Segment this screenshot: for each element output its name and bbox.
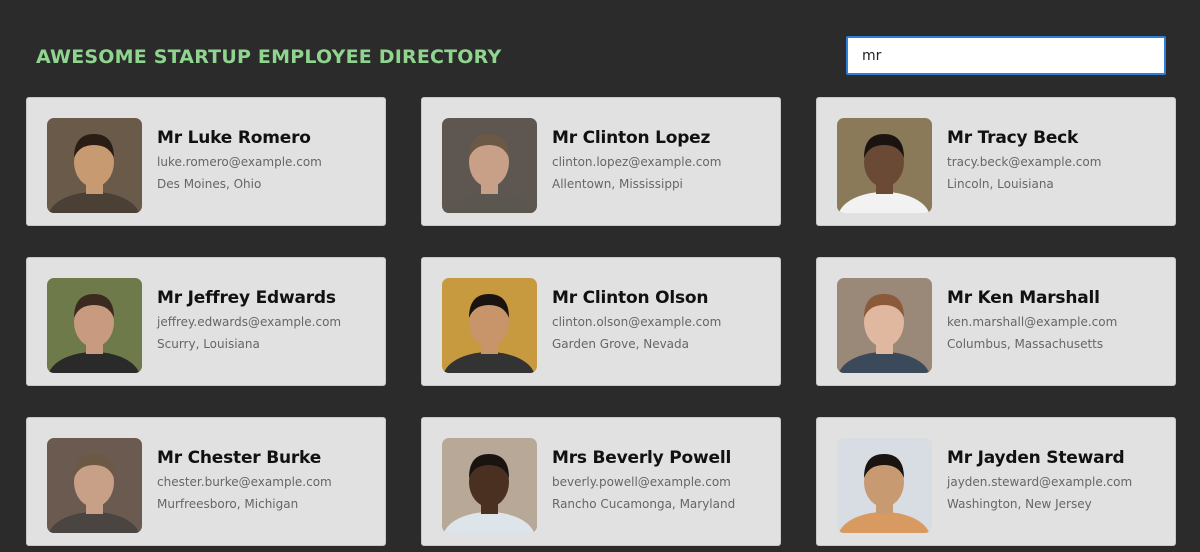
employee-card[interactable]: Mr Chester Burke chester.burke@example.co… — [26, 417, 386, 546]
search-input[interactable] — [846, 36, 1166, 75]
employee-name: Mr Clinton Olson — [552, 288, 709, 308]
employee-location: Columbus, Massachusetts — [947, 337, 1104, 351]
employee-location: Garden Grove, Nevada — [552, 337, 690, 351]
employee-info: Mr Tracy Beck tracy.beck@example.com Linco… — [947, 128, 1167, 191]
employee-location: Rancho Cucamonga, Maryland — [552, 497, 736, 511]
employee-info: Mrs Beverly Powell beverly.powell@example… — [552, 448, 772, 511]
employee-card[interactable]: Mr Ken Marshall ken.marshall@example.com C… — [816, 257, 1176, 386]
employee-email: beverly.powell@example.com — [552, 475, 731, 489]
employee-name: Mr Jayden Steward — [947, 448, 1125, 468]
employee-avatar — [47, 118, 142, 213]
employee-card[interactable]: Mr Tracy Beck tracy.beck@example.com Linco… — [816, 97, 1176, 226]
employee-email: chester.burke@example.com — [157, 475, 332, 489]
employee-info: Mr Clinton Lopez clinton.lopez@example.co… — [552, 128, 772, 191]
employee-location: Des Moines, Ohio — [157, 177, 262, 191]
employee-avatar — [837, 118, 932, 213]
employee-location: Scurry, Louisiana — [157, 337, 260, 351]
employee-avatar — [47, 438, 142, 533]
employee-name: Mr Ken Marshall — [947, 288, 1100, 308]
employee-info: Mr Jayden Steward jayden.steward@example.… — [947, 448, 1167, 511]
employee-email: clinton.olson@example.com — [552, 315, 722, 329]
employee-email: jeffrey.edwards@example.com — [157, 315, 342, 329]
employee-location: Allentown, Mississippi — [552, 177, 683, 191]
employee-avatar — [442, 278, 537, 373]
employee-info: Mr Clinton Olson clinton.olson@example.co… — [552, 288, 772, 351]
page-title: AWESOME STARTUP EMPLOYEE DIRECTORY — [36, 46, 502, 68]
employee-info: Mr Luke Romero luke.romero@example.com Des… — [157, 128, 377, 191]
employee-avatar — [837, 278, 932, 373]
employee-card[interactable]: Mrs Beverly Powell beverly.powell@example… — [421, 417, 781, 546]
employee-avatar — [837, 438, 932, 533]
employee-avatar — [442, 438, 537, 533]
employee-email: luke.romero@example.com — [157, 155, 322, 169]
employee-name: Mr Clinton Lopez — [552, 128, 711, 148]
employee-location: Murfreesboro, Michigan — [157, 497, 299, 511]
page-header: AWESOME STARTUP EMPLOYEE DIRECTORY — [0, 0, 1200, 96]
employee-card[interactable]: Mr Luke Romero luke.romero@example.com Des… — [26, 97, 386, 226]
employee-info: Mr Chester Burke chester.burke@example.co… — [157, 448, 377, 511]
employee-name: Mr Tracy Beck — [947, 128, 1079, 148]
employee-name: Mrs Beverly Powell — [552, 448, 732, 468]
employee-card[interactable]: Mr Jayden Steward jayden.steward@example.… — [816, 417, 1176, 546]
employee-grid: Mr Luke Romero luke.romero@example.com Des… — [26, 97, 1176, 546]
employee-email: ken.marshall@example.com — [947, 315, 1118, 329]
employee-avatar — [442, 118, 537, 213]
employee-card[interactable]: Mr Clinton Lopez clinton.lopez@example.co… — [421, 97, 781, 226]
employee-email: clinton.lopez@example.com — [552, 155, 722, 169]
employee-card[interactable]: Mr Jeffrey Edwards jeffrey.edwards@exampl… — [26, 257, 386, 386]
employee-location: Washington, New Jersey — [947, 497, 1092, 511]
employee-info: Mr Jeffrey Edwards jeffrey.edwards@exampl… — [157, 288, 377, 351]
employee-info: Mr Ken Marshall ken.marshall@example.com C… — [947, 288, 1167, 351]
employee-name: Mr Luke Romero — [157, 128, 311, 148]
employee-name: Mr Jeffrey Edwards — [157, 288, 336, 308]
employee-card[interactable]: Mr Clinton Olson clinton.olson@example.co… — [421, 257, 781, 386]
employee-name: Mr Chester Burke — [157, 448, 322, 468]
employee-avatar — [47, 278, 142, 373]
employee-email: tracy.beck@example.com — [947, 155, 1102, 169]
employee-email: jayden.steward@example.com — [947, 475, 1133, 489]
employee-location: Lincoln, Louisiana — [947, 177, 1054, 191]
